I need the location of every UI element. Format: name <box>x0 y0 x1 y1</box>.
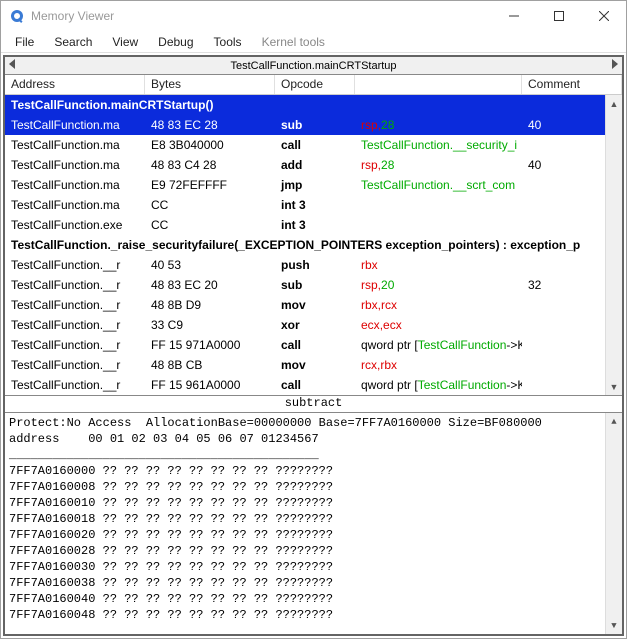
disasm-row[interactable]: TestCallFunction.__r48 83 EC 20subrsp,20… <box>5 275 622 295</box>
scroll-down-icon[interactable] <box>606 617 622 634</box>
menu-search[interactable]: Search <box>44 32 102 52</box>
menu-tools[interactable]: Tools <box>204 32 252 52</box>
disasm-row[interactable]: TestCallFunction.__rFF 15 971A0000callqw… <box>5 335 622 355</box>
opcode-description: subtract <box>5 395 622 413</box>
function-header[interactable]: TestCallFunction.mainCRTStartup() <box>5 95 622 115</box>
hex-content[interactable]: Protect:No Access AllocationBase=0000000… <box>9 415 618 623</box>
scroll-up-icon[interactable] <box>606 413 622 430</box>
active-tab-label[interactable]: TestCallFunction.mainCRTStartup <box>230 60 396 72</box>
scroll-up-icon[interactable] <box>606 95 622 112</box>
col-address[interactable]: Address <box>5 75 145 94</box>
disasm-columns: Address Bytes Opcode Comment <box>5 75 622 95</box>
col-bytes[interactable]: Bytes <box>145 75 275 94</box>
col-args[interactable] <box>355 75 522 94</box>
menu-view[interactable]: View <box>102 32 148 52</box>
hex-pane[interactable]: Protect:No Access AllocationBase=0000000… <box>5 413 622 634</box>
disasm-row[interactable]: TestCallFunction.ma48 83 C4 28addrsp,284… <box>5 155 622 175</box>
col-comment[interactable]: Comment <box>522 75 622 94</box>
menubar: FileSearchViewDebugToolsKernel tools <box>1 31 626 53</box>
disasm-row[interactable]: TestCallFunction.maCCint 3 <box>5 195 622 215</box>
disasm-row[interactable]: TestCallFunction.maE9 72FEFFFFjmpTestCal… <box>5 175 622 195</box>
function-header-sub[interactable]: TestCallFunction._raise_securityfailure(… <box>5 235 622 255</box>
disassembly-pane[interactable]: Address Bytes Opcode Comment TestCallFun… <box>5 75 622 395</box>
menu-file[interactable]: File <box>5 32 44 52</box>
disasm-scrollbar[interactable] <box>605 95 622 395</box>
tab-strip[interactable]: TestCallFunction.mainCRTStartup <box>5 57 622 75</box>
app-icon <box>9 8 25 24</box>
memory-viewer-window: Memory Viewer FileSearchViewDebugToolsKe… <box>0 0 627 639</box>
window-title: Memory Viewer <box>31 9 491 23</box>
hex-scrollbar[interactable] <box>605 413 622 634</box>
disasm-body[interactable]: TestCallFunction.mainCRTStartup()TestCal… <box>5 95 622 395</box>
disasm-row[interactable]: TestCallFunction.__rFF 15 961A0000callqw… <box>5 375 622 395</box>
menu-debug[interactable]: Debug <box>148 32 203 52</box>
col-opcode[interactable]: Opcode <box>275 75 355 94</box>
disasm-row[interactable]: TestCallFunction.exeCCint 3 <box>5 215 622 235</box>
content-area: TestCallFunction.mainCRTStartup Address … <box>3 55 624 636</box>
titlebar[interactable]: Memory Viewer <box>1 1 626 31</box>
disasm-row[interactable]: TestCallFunction.__r48 8B CBmovrcx,rbx <box>5 355 622 375</box>
disasm-row[interactable]: TestCallFunction.__r40 53pushrbx <box>5 255 622 275</box>
disasm-row[interactable]: TestCallFunction.__r33 C9xorecx,ecx <box>5 315 622 335</box>
minimize-button[interactable] <box>491 1 536 31</box>
disasm-row[interactable]: TestCallFunction.ma48 83 EC 28subrsp,284… <box>5 115 622 135</box>
disasm-row[interactable]: TestCallFunction.maE8 3B040000callTestCa… <box>5 135 622 155</box>
maximize-button[interactable] <box>536 1 581 31</box>
scroll-down-icon[interactable] <box>606 378 622 395</box>
menu-kernel-tools[interactable]: Kernel tools <box>252 32 335 52</box>
disasm-row[interactable]: TestCallFunction.__r48 8B D9movrbx,rcx <box>5 295 622 315</box>
close-button[interactable] <box>581 1 626 31</box>
